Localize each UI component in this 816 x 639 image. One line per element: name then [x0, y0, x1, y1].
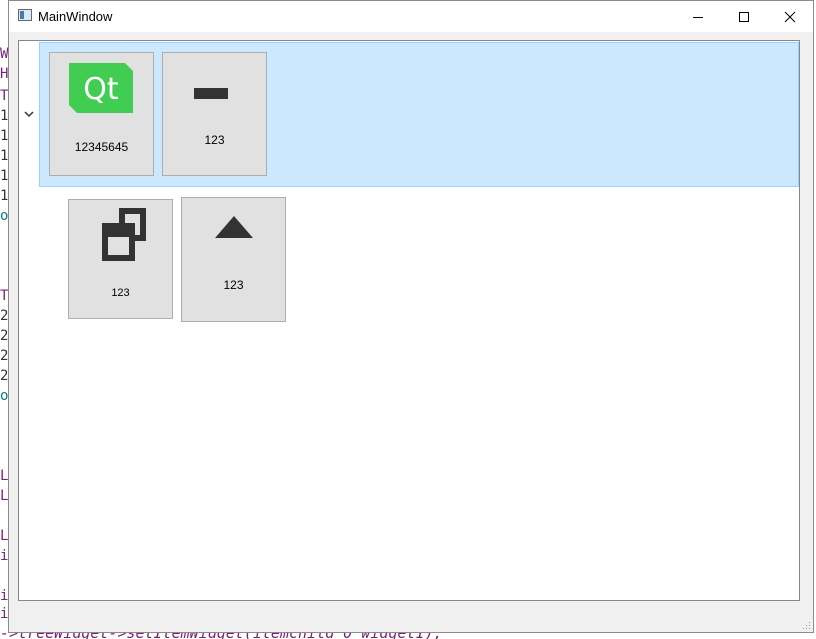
main-window: MainWindow Qt 12345645 123 123 123 [8, 0, 814, 633]
tile-qt[interactable]: Qt 12345645 [49, 52, 154, 176]
tree-item-top-selected[interactable]: Qt 12345645 123 [39, 42, 799, 187]
restore-windows-icon [102, 208, 146, 261]
tile-label: 12345645 [74, 140, 129, 154]
close-button[interactable] [767, 1, 813, 32]
window-title: MainWindow [38, 9, 113, 24]
expand-collapse-toggle[interactable] [23, 107, 35, 119]
tree-widget[interactable]: Qt 12345645 123 123 123 [18, 40, 800, 601]
tile-label: 123 [111, 287, 130, 299]
svg-text:Qt: Qt [83, 72, 119, 107]
tile-minus[interactable]: 123 [162, 52, 267, 176]
tile-label: 123 [223, 278, 244, 292]
chevron-down-icon [24, 111, 34, 118]
maximize-icon [739, 11, 749, 22]
maximize-button[interactable] [721, 1, 767, 32]
title-bar[interactable]: MainWindow [9, 1, 813, 32]
close-icon [784, 11, 796, 22]
minus-icon [194, 88, 228, 99]
tile-label: 123 [204, 133, 225, 147]
resize-grip-icon[interactable] [801, 620, 811, 630]
triangle-up-icon [215, 216, 253, 238]
tile-restore[interactable]: 123 [68, 199, 173, 319]
app-window-icon [18, 9, 32, 21]
minimize-icon [693, 16, 703, 18]
tile-triangle[interactable]: 123 [181, 197, 286, 322]
minimize-button[interactable] [675, 1, 721, 32]
qt-logo-icon: Qt [69, 63, 133, 113]
